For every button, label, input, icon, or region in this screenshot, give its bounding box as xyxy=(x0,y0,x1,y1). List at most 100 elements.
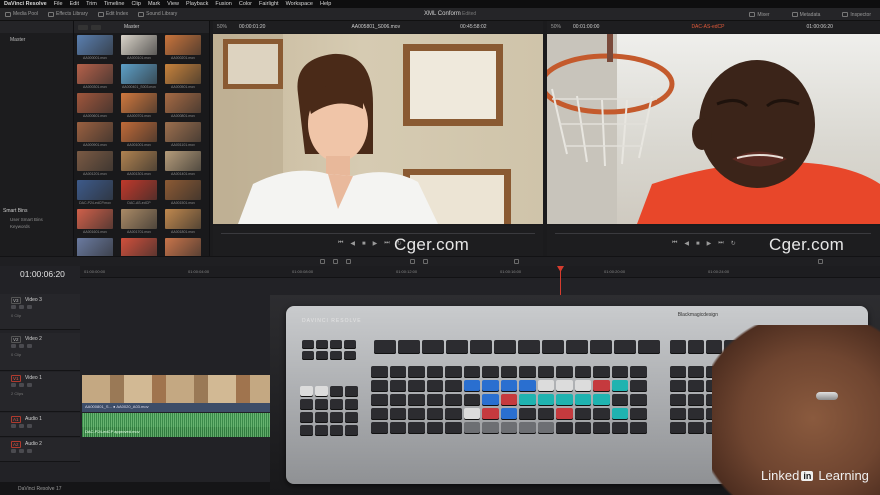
media-clip[interactable]: AA000601.mov xyxy=(77,93,113,120)
smart-bin-user[interactable]: User Smart Bins xyxy=(0,217,74,222)
lock-icon[interactable] xyxy=(11,383,16,387)
media-clip[interactable]: AA000201.mov xyxy=(165,35,201,62)
audio-clip-2[interactable]: DAC-P24-edCP approved.mov xyxy=(82,427,270,437)
media-clip[interactable]: AA000901.mov xyxy=(77,122,113,149)
mixer-button[interactable]: Mixer xyxy=(744,12,774,18)
source-viewer-bar: 50% 00:00:01:20 AA005801_S006.mov 00:45:… xyxy=(213,21,543,33)
music-icon xyxy=(138,11,145,17)
inspector-button[interactable]: Inspector xyxy=(837,12,876,18)
link-icon[interactable] xyxy=(27,383,32,387)
menu-item[interactable]: Workspace xyxy=(286,1,313,7)
menu-item[interactable]: Fusion xyxy=(215,1,232,7)
lock-icon[interactable] xyxy=(11,344,16,348)
menu-item[interactable]: DaVinci Resolve xyxy=(4,1,47,7)
media-clip[interactable]: AA001001.mov xyxy=(121,122,157,149)
edit-index-button[interactable]: Edit Index xyxy=(93,11,133,17)
metadata-button[interactable]: Metadata xyxy=(787,12,826,18)
mute-icon[interactable] xyxy=(27,424,32,428)
media-clip[interactable]: AA001801.mov xyxy=(165,209,201,236)
track-header-v3[interactable]: V3 Video 3 0 Clip xyxy=(0,294,80,330)
prev-frame-icon[interactable]: ⏮ xyxy=(672,240,677,247)
media-clip[interactable]: AA001701.mov xyxy=(121,209,157,236)
media-clip[interactable]: AA000701.mov xyxy=(121,93,157,120)
solo-icon[interactable] xyxy=(19,424,24,428)
sound-library-button[interactable]: Sound Library xyxy=(133,11,182,17)
lock-icon[interactable] xyxy=(11,305,16,309)
menu-item[interactable]: Timeline xyxy=(104,1,125,7)
smart-bin-keywords[interactable]: Keywords xyxy=(0,224,74,229)
sort-toggle[interactable] xyxy=(91,24,101,30)
menu-item[interactable]: Color xyxy=(239,1,252,7)
media-clip[interactable]: AA001601.mov xyxy=(77,209,113,236)
timeline-ruler[interactable]: 01:00:00:00 01:00:04:00 01:00:08:00 01:0… xyxy=(80,266,880,278)
zoom-icon[interactable] xyxy=(514,259,519,264)
media-clip[interactable]: AA000301.mov xyxy=(77,64,113,91)
lock-icon[interactable] xyxy=(11,424,16,428)
media-clip[interactable]: AA001201.mov xyxy=(77,151,113,178)
track-clip-count: 2 Clips xyxy=(11,391,24,396)
bin-item-master[interactable]: Master xyxy=(0,33,73,47)
eye-icon[interactable] xyxy=(19,383,24,387)
play-icon[interactable]: ▶ xyxy=(373,240,378,247)
blade-tool-icon[interactable] xyxy=(346,259,351,264)
video-clip[interactable]: AA000801_S... ● AA0020_A03.mov xyxy=(82,375,270,412)
snap-icon[interactable] xyxy=(410,259,415,264)
link-icon[interactable] xyxy=(27,344,32,348)
link-icon[interactable] xyxy=(423,259,428,264)
volume-icon[interactable] xyxy=(818,259,823,264)
console-key xyxy=(300,425,313,436)
timeline-selector[interactable]: DAC-AS-edCP xyxy=(691,24,724,30)
lock-icon[interactable] xyxy=(11,449,16,453)
media-clip[interactable]: AA001101.mov xyxy=(165,122,201,149)
menu-item[interactable]: Trim xyxy=(86,1,97,7)
media-clip[interactable]: AA001501.mov xyxy=(165,180,201,207)
stop-icon[interactable]: ■ xyxy=(696,241,700,247)
media-clip[interactable]: AA000801.mov xyxy=(165,93,201,120)
view-toggle[interactable] xyxy=(78,24,88,30)
menu-item[interactable]: Help xyxy=(320,1,331,7)
record-zoom[interactable]: 50% xyxy=(551,24,561,30)
eye-icon[interactable] xyxy=(19,344,24,348)
media-clip[interactable]: AA000501.mov xyxy=(165,64,201,91)
source-scrubber[interactable] xyxy=(221,233,535,234)
play-reverse-icon[interactable]: ◀ xyxy=(350,240,355,247)
menu-item[interactable]: Playback xyxy=(186,1,208,7)
media-clip[interactable]: AA000401_S003.mov xyxy=(121,64,157,91)
track-header-v2[interactable]: V2 Video 2 0 Clip xyxy=(0,333,80,371)
media-clip[interactable]: AA000101.mov xyxy=(121,35,157,62)
loop-icon[interactable]: ↻ xyxy=(731,240,736,247)
menu-item[interactable]: File xyxy=(54,1,63,7)
effects-library-button[interactable]: Effects Library xyxy=(43,11,93,17)
mute-icon[interactable] xyxy=(27,449,32,453)
record-scrubber[interactable] xyxy=(555,233,871,234)
media-pool-button[interactable]: Media Pool xyxy=(0,11,43,17)
stop-icon[interactable]: ■ xyxy=(362,241,366,247)
next-frame-icon[interactable]: ⏭ xyxy=(718,240,723,247)
media-clip[interactable]: AA001401.mov xyxy=(165,151,201,178)
track-header-v1[interactable]: V1 Video 1 2 Clips xyxy=(0,372,80,412)
prev-frame-icon[interactable]: ⏮ xyxy=(338,240,343,247)
menu-item[interactable]: Edit xyxy=(70,1,79,7)
menu-item[interactable]: Mark xyxy=(148,1,160,7)
media-clip[interactable]: AA001301.mov xyxy=(121,151,157,178)
track-header-a1[interactable]: A1 Audio 1 xyxy=(0,413,80,437)
menu-item[interactable]: Clip xyxy=(131,1,140,7)
trim-tool-icon[interactable] xyxy=(333,259,338,264)
selection-tool-icon[interactable] xyxy=(320,259,325,264)
next-frame-icon[interactable]: ⏭ xyxy=(384,240,389,247)
menu-item[interactable]: Fairlight xyxy=(259,1,279,7)
play-reverse-icon[interactable]: ◀ xyxy=(684,240,689,247)
media-clip[interactable]: DAC-P24-edCP.mov xyxy=(77,180,113,207)
source-viewer[interactable] xyxy=(213,34,543,224)
console-key xyxy=(445,394,462,406)
track-header-a2[interactable]: A2 Audio 2 xyxy=(0,438,80,462)
source-zoom[interactable]: 50% xyxy=(217,24,227,30)
media-clip[interactable]: DAC-AS-edCP xyxy=(121,180,157,207)
play-icon[interactable]: ▶ xyxy=(707,240,712,247)
link-icon[interactable] xyxy=(27,305,32,309)
solo-icon[interactable] xyxy=(19,449,24,453)
record-viewer[interactable] xyxy=(547,34,880,224)
eye-icon[interactable] xyxy=(19,305,24,309)
media-clip[interactable]: AA000001.mov xyxy=(77,35,113,62)
menu-item[interactable]: View xyxy=(167,1,179,7)
